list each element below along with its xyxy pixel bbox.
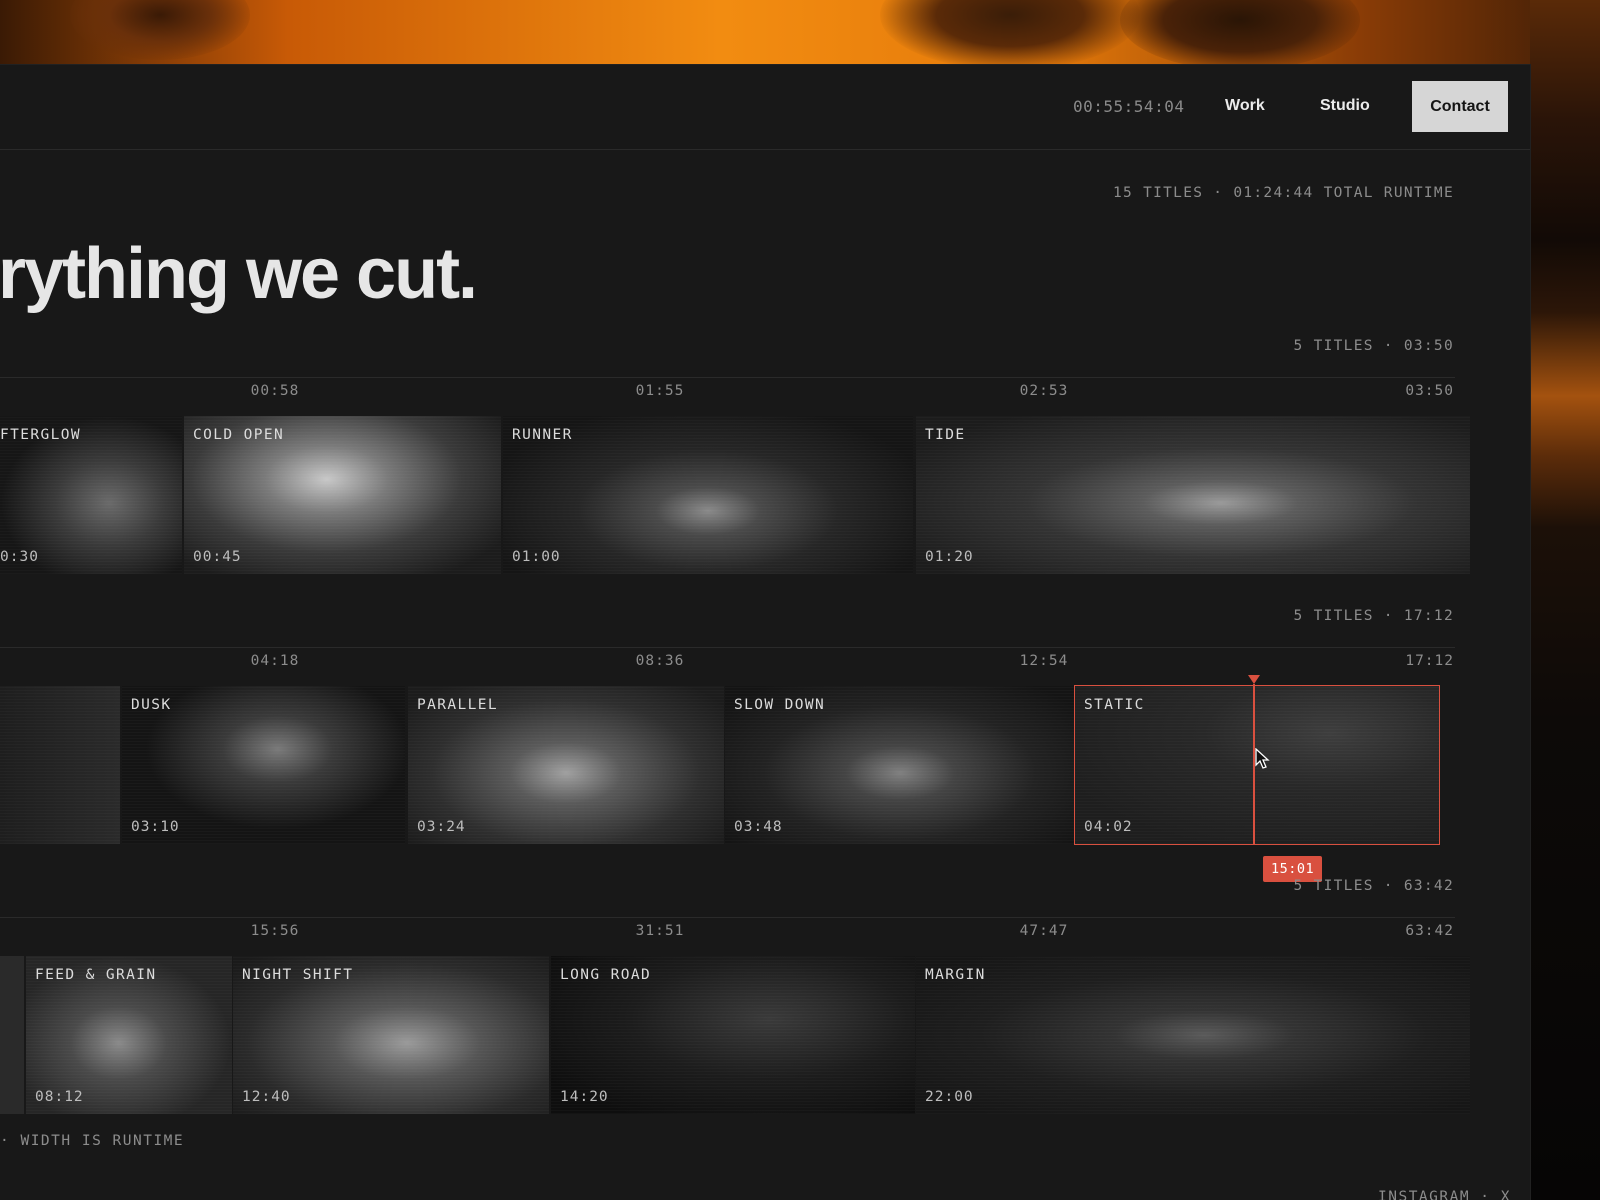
clip-title: RUNNER: [512, 427, 573, 443]
ruler-tick: 12:54: [1019, 653, 1069, 669]
clip-duration: 0:30: [0, 549, 39, 565]
clip-duration: 04:02: [1084, 819, 1133, 835]
clip-duration: 03:48: [734, 819, 783, 835]
row-meta: 5 TITLES · 63:42: [1293, 878, 1454, 894]
clip-title: MARGIN: [925, 967, 986, 983]
row-divider: [0, 647, 1455, 648]
clip-title: PARALLEL: [417, 697, 499, 713]
ruler-tick: 08:36: [635, 653, 685, 669]
ruler-tick: 15:56: [250, 923, 300, 939]
clip-duration: 00:45: [193, 549, 242, 565]
clip-title: LONG ROAD: [560, 967, 652, 983]
clip-title: TIDE: [925, 427, 966, 443]
clip-title: FEED & GRAIN: [35, 967, 157, 983]
ruler-tick: 17:12: [1405, 653, 1454, 669]
clip-cold-open[interactable]: COLD OPEN 00:45: [184, 416, 501, 574]
clip-partial[interactable]: [0, 956, 24, 1114]
ruler-tick: 31:51: [635, 923, 685, 939]
clip-tide[interactable]: TIDE 01:20: [916, 416, 1470, 574]
clip-duration: 01:00: [512, 549, 561, 565]
ruler-tick: 03:50: [1405, 383, 1454, 399]
clip-feed-grain[interactable]: FEED & GRAIN 08:12: [26, 956, 232, 1114]
clip-title: SLOW DOWN: [734, 697, 826, 713]
ruler-tick: 63:42: [1405, 923, 1454, 939]
clip-parallel[interactable]: PARALLEL 03:24: [408, 686, 724, 844]
width-legend: · WIDTH IS RUNTIME: [0, 1133, 185, 1149]
clip-title: STATIC: [1084, 697, 1145, 713]
clip-duration: 14:20: [560, 1089, 609, 1105]
social-links[interactable]: INSTAGRAM · X: [1378, 1189, 1511, 1200]
clip-duration: 12:40: [242, 1089, 291, 1105]
foliage-edge: [1530, 0, 1600, 1200]
scanlines: [916, 416, 1470, 574]
clip-title: DUSK: [131, 697, 172, 713]
clip-thumbnail: [0, 956, 24, 1114]
clip-title: FTERGLOW: [0, 427, 82, 443]
mouse-cursor-icon: [1255, 748, 1270, 769]
clip-slow-down[interactable]: SLOW DOWN 03:48: [725, 686, 1075, 844]
running-timecode: 00:55:54:04: [1073, 97, 1185, 116]
clip-duration: 08:12: [35, 1089, 84, 1105]
clip-night-shift[interactable]: NIGHT SHIFT 12:40: [233, 956, 549, 1114]
page-title: rything we cut.: [0, 234, 478, 314]
row-meta: 5 TITLES · 03:50: [1293, 338, 1454, 354]
ruler-tick: 01:55: [635, 383, 685, 399]
ruler-tick: 02:53: [1019, 383, 1069, 399]
nav-studio-link[interactable]: Studio: [1320, 97, 1370, 115]
clip-title: NIGHT SHIFT: [242, 967, 354, 983]
clip-partial[interactable]: [0, 686, 120, 844]
scanlines: [916, 956, 1470, 1114]
ruler-tick: 04:18: [250, 653, 300, 669]
top-bar: 00:55:54:04 Work Studio Contact: [0, 65, 1530, 150]
row-divider: [0, 377, 1455, 378]
scanlines: [0, 686, 120, 844]
work-panel: 00:55:54:04 Work Studio Contact 15 TITLE…: [0, 65, 1530, 1200]
clip-dusk[interactable]: DUSK 03:10: [122, 686, 405, 844]
total-summary: 15 TITLES · 01:24:44 TOTAL RUNTIME: [1112, 185, 1454, 201]
ruler-tick: 00:58: [250, 383, 300, 399]
contact-button[interactable]: Contact: [1412, 81, 1508, 132]
nav-work-link[interactable]: Work: [1225, 97, 1265, 115]
clip-duration: 22:00: [925, 1089, 974, 1105]
clip-duration: 03:10: [131, 819, 180, 835]
playhead-marker-icon[interactable]: [1248, 675, 1260, 684]
clip-title: COLD OPEN: [193, 427, 285, 443]
clip-duration: 01:20: [925, 549, 974, 565]
clip-margin[interactable]: MARGIN 22:00: [916, 956, 1470, 1114]
row-meta: 5 TITLES · 17:12: [1293, 608, 1454, 624]
clip-runner[interactable]: RUNNER 01:00: [503, 416, 913, 574]
clip-afterglow[interactable]: FTERGLOW 0:30: [0, 416, 182, 574]
ruler-tick: 47:47: [1019, 923, 1069, 939]
row-divider: [0, 917, 1455, 918]
clip-duration: 03:24: [417, 819, 466, 835]
clip-long-road[interactable]: LONG ROAD 14:20: [551, 956, 915, 1114]
